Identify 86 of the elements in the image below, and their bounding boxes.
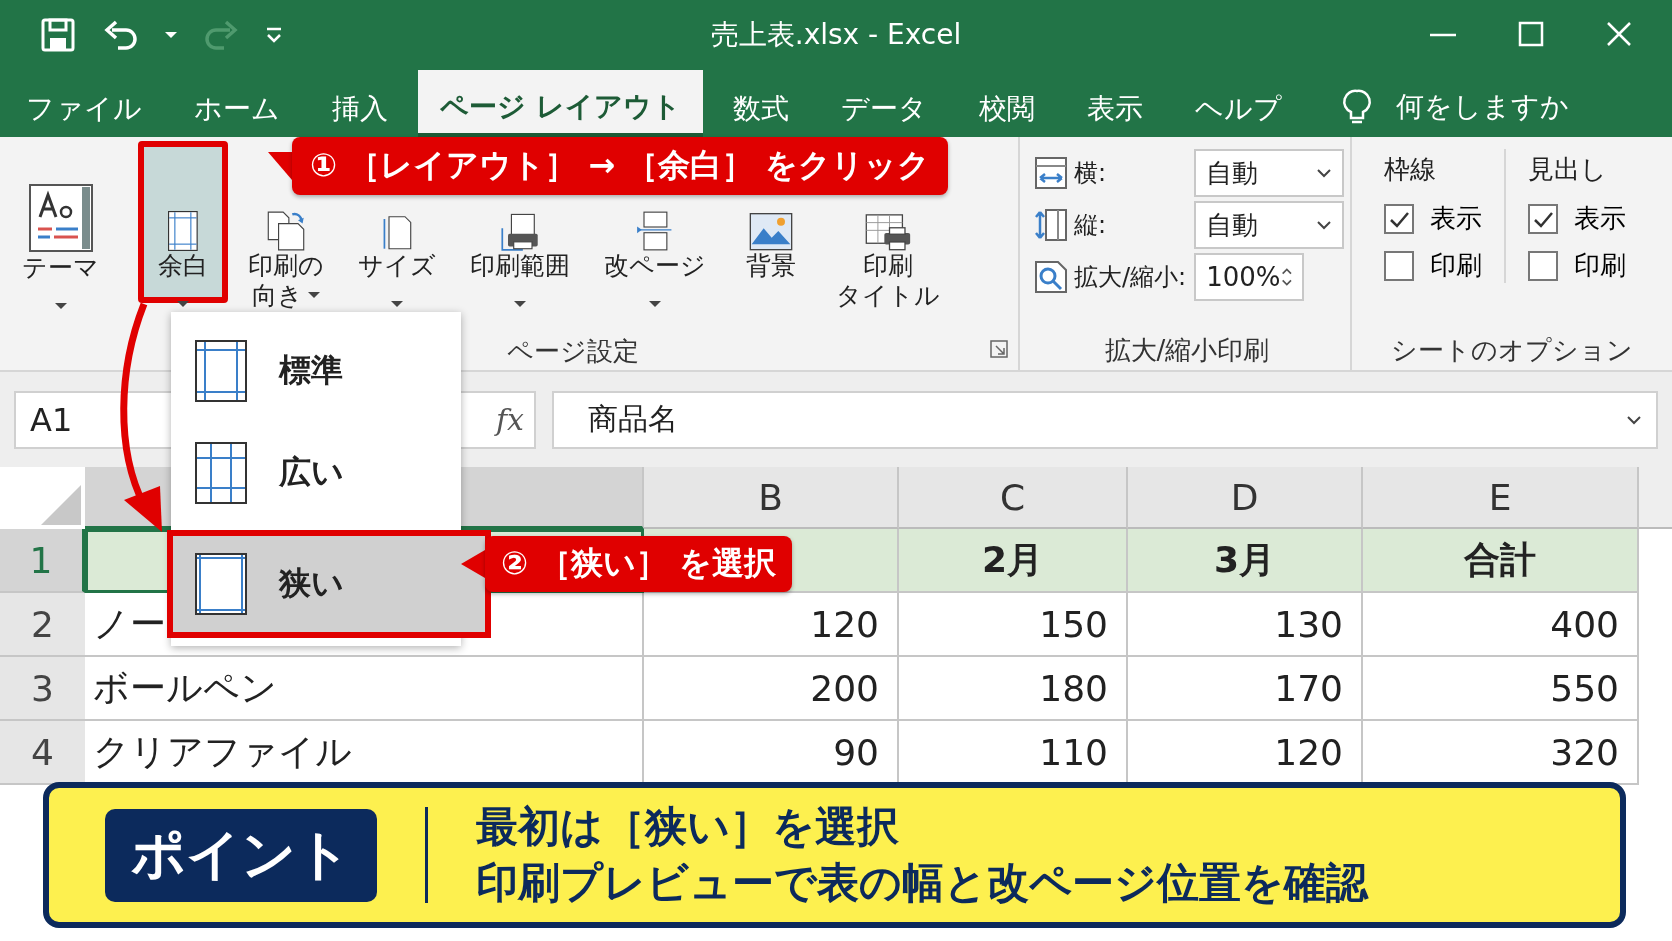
ribbon-tab[interactable]: 表示 — [1064, 70, 1165, 137]
group-label: 拡大/縮小印刷 — [1104, 333, 1270, 367]
table-cell[interactable]: 130 — [1128, 593, 1363, 657]
page-margins-icon — [195, 553, 247, 615]
checkbox[interactable]: 表示 — [1384, 201, 1482, 236]
printer-icon — [864, 211, 912, 251]
theme-icon — [27, 183, 94, 253]
maximize-icon[interactable] — [1518, 21, 1544, 47]
page-margins-icon — [195, 340, 247, 402]
page-margins-icon — [168, 211, 198, 251]
option-heading: 枠線 — [1384, 152, 1437, 186]
formula-field[interactable]: 商品名 — [552, 390, 1658, 449]
ribbon-button[interactable]: 背景 — [726, 201, 816, 303]
dialog-launcher-icon[interactable] — [990, 340, 1008, 358]
row-header[interactable]: 3 — [0, 657, 85, 721]
table-cell[interactable]: 200 — [644, 657, 899, 721]
pages-icon — [266, 211, 306, 251]
row-header[interactable]: 2 — [0, 593, 85, 657]
tell-me-search[interactable]: 何をしますか — [1395, 87, 1569, 126]
page-break-icon — [636, 211, 674, 251]
page-margins-icon — [195, 442, 247, 504]
ribbon-tab[interactable]: データ — [818, 70, 949, 137]
column-header[interactable]: C — [899, 467, 1128, 529]
checkbox[interactable]: 表示 — [1528, 201, 1626, 236]
callout-tooltip: ① ［レイアウト］ → ［余白］ をクリック — [268, 137, 949, 195]
table-cell[interactable]: 180 — [899, 657, 1128, 721]
save-icon[interactable] — [40, 17, 76, 53]
table-cell[interactable]: ボールペン — [85, 657, 644, 721]
undo-icon[interactable] — [102, 18, 138, 52]
spin-field[interactable]: 100% — [1194, 253, 1305, 301]
ribbon-tab[interactable]: ページ レイアウト — [418, 70, 703, 137]
chevron-icon[interactable] — [1316, 168, 1333, 178]
picture-icon — [749, 211, 793, 251]
ribbon-tab[interactable]: 挿入 — [310, 70, 410, 137]
chevron-icon[interactable] — [1626, 414, 1642, 425]
zoom-page-icon — [1034, 260, 1068, 294]
checkbox[interactable]: 印刷 — [1528, 248, 1626, 283]
menu-item[interactable]: 広い — [171, 422, 461, 524]
field-label: 縦: — [1074, 210, 1107, 241]
tip-text: 最初は［狭い］を選択 — [476, 801, 900, 852]
row-header[interactable]: 1 — [0, 529, 85, 593]
table-cell[interactable]: 150 — [899, 593, 1128, 657]
dropdown-field[interactable]: 自動 — [1194, 149, 1345, 197]
column-header[interactable]: B — [644, 467, 899, 529]
ribbon-button[interactable]: 印刷 タイトル — [822, 201, 954, 332]
ribbon-tab[interactable]: ファイル — [4, 70, 164, 137]
close-icon[interactable] — [1606, 21, 1632, 47]
point-badge: ポイント — [105, 808, 377, 902]
ribbon-button[interactable]: 改ページ — [590, 201, 720, 303]
ribbon-button[interactable]: サイズ — [344, 201, 450, 303]
lightbulb-icon[interactable] — [1341, 87, 1372, 126]
menu-item[interactable]: 狭い — [167, 530, 491, 638]
table-cell[interactable]: 550 — [1363, 657, 1639, 721]
ribbon-tab[interactable]: 数式 — [710, 70, 811, 137]
field-label: 横: — [1074, 158, 1107, 189]
window-title: 売上表.xlsx - Excel — [710, 17, 962, 53]
table-cell[interactable]: 2月 — [899, 529, 1128, 593]
group-label: ページ設定 — [507, 334, 639, 368]
dropdown-field[interactable]: 自動 — [1194, 201, 1345, 249]
fit-width-icon — [1034, 156, 1068, 190]
fit-height-icon — [1034, 208, 1068, 242]
checkbox[interactable]: 印刷 — [1384, 248, 1482, 283]
table-cell[interactable]: 170 — [1128, 657, 1363, 721]
table-cell[interactable]: 120 — [644, 593, 899, 657]
row-header[interactable]: 4 — [0, 721, 85, 785]
ribbon-button[interactable]: テーマ — [12, 155, 109, 305]
caret-icon[interactable] — [164, 31, 178, 39]
ribbon-tab[interactable]: ヘルプ — [1172, 70, 1304, 137]
option-heading: 見出し — [1528, 152, 1608, 186]
ribbon-button[interactable]: 印刷範囲 — [456, 201, 584, 303]
field-label: 拡大/縮小: — [1074, 262, 1187, 293]
column-header[interactable]: E — [1363, 467, 1639, 529]
insert-function-button[interactable]: fx — [495, 402, 524, 437]
ribbon-tab[interactable]: 校閲 — [956, 70, 1057, 137]
printer-icon — [500, 211, 540, 251]
table-cell[interactable]: 400 — [1363, 593, 1639, 657]
column-header[interactable]: D — [1128, 467, 1363, 529]
tip-text: 印刷プレビューで表の幅と改ページ位置を確認 — [476, 858, 1368, 909]
customize-icon[interactable] — [266, 27, 282, 43]
callout-tooltip: ② ［狭い］ を選択 — [461, 536, 793, 592]
table-cell[interactable]: 3月 — [1128, 529, 1363, 593]
ribbon-tab[interactable]: ホーム — [172, 70, 302, 137]
table-cell[interactable]: 合計 — [1363, 529, 1639, 593]
menu-item[interactable]: 標準 — [171, 320, 461, 422]
group-label: シートのオプション — [1391, 333, 1633, 367]
chevron-icon[interactable] — [1316, 220, 1333, 230]
